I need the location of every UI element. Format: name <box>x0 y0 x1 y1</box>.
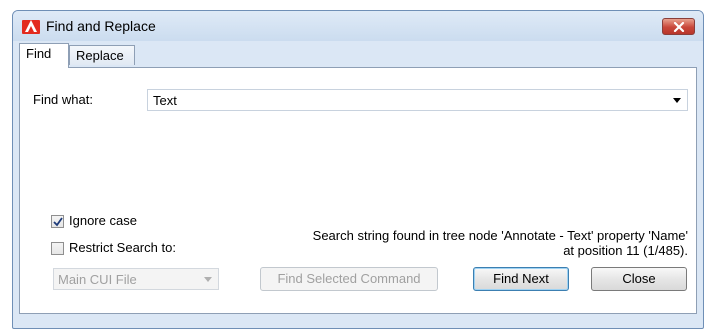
tab-replace[interactable]: Replace <box>69 45 135 65</box>
title-bar[interactable]: Find and Replace <box>13 11 703 41</box>
find-panel: Find what: Text Ignore case Restrict Sea… <box>19 67 697 314</box>
find-next-button[interactable]: Find Next <box>473 267 569 291</box>
ignore-case-label[interactable]: Ignore case <box>69 213 137 228</box>
status-line-2: at position 11 (1/485). <box>563 243 688 258</box>
restrict-search-checkbox[interactable] <box>51 242 64 255</box>
dropdown-arrow-icon[interactable] <box>673 98 681 103</box>
autocad-logo-icon <box>22 20 40 34</box>
status-line-1: Search string found in tree node 'Annota… <box>312 228 688 243</box>
tab-find[interactable]: Find <box>19 43 69 68</box>
restrict-search-value: Main CUI File <box>58 272 137 287</box>
restrict-search-label[interactable]: Restrict Search to: <box>69 240 176 255</box>
restrict-search-select[interactable]: Main CUI File <box>53 268 219 290</box>
close-icon <box>673 22 685 32</box>
find-what-label: Find what: <box>33 92 93 107</box>
checkmark-icon <box>53 217 63 227</box>
close-window-button[interactable] <box>662 18 695 35</box>
find-replace-dialog: Find and Replace Find Replace Find what:… <box>12 10 704 329</box>
close-button[interactable]: Close <box>591 267 687 291</box>
search-status-text: Search string found in tree node 'Annota… <box>260 228 688 258</box>
find-selected-command-button[interactable]: Find Selected Command <box>260 267 438 291</box>
find-what-combobox[interactable]: Text <box>147 89 688 111</box>
dropdown-arrow-icon <box>204 277 212 282</box>
find-what-value[interactable]: Text <box>153 93 177 108</box>
window-title: Find and Replace <box>46 18 156 34</box>
ignore-case-checkbox[interactable] <box>51 215 64 228</box>
